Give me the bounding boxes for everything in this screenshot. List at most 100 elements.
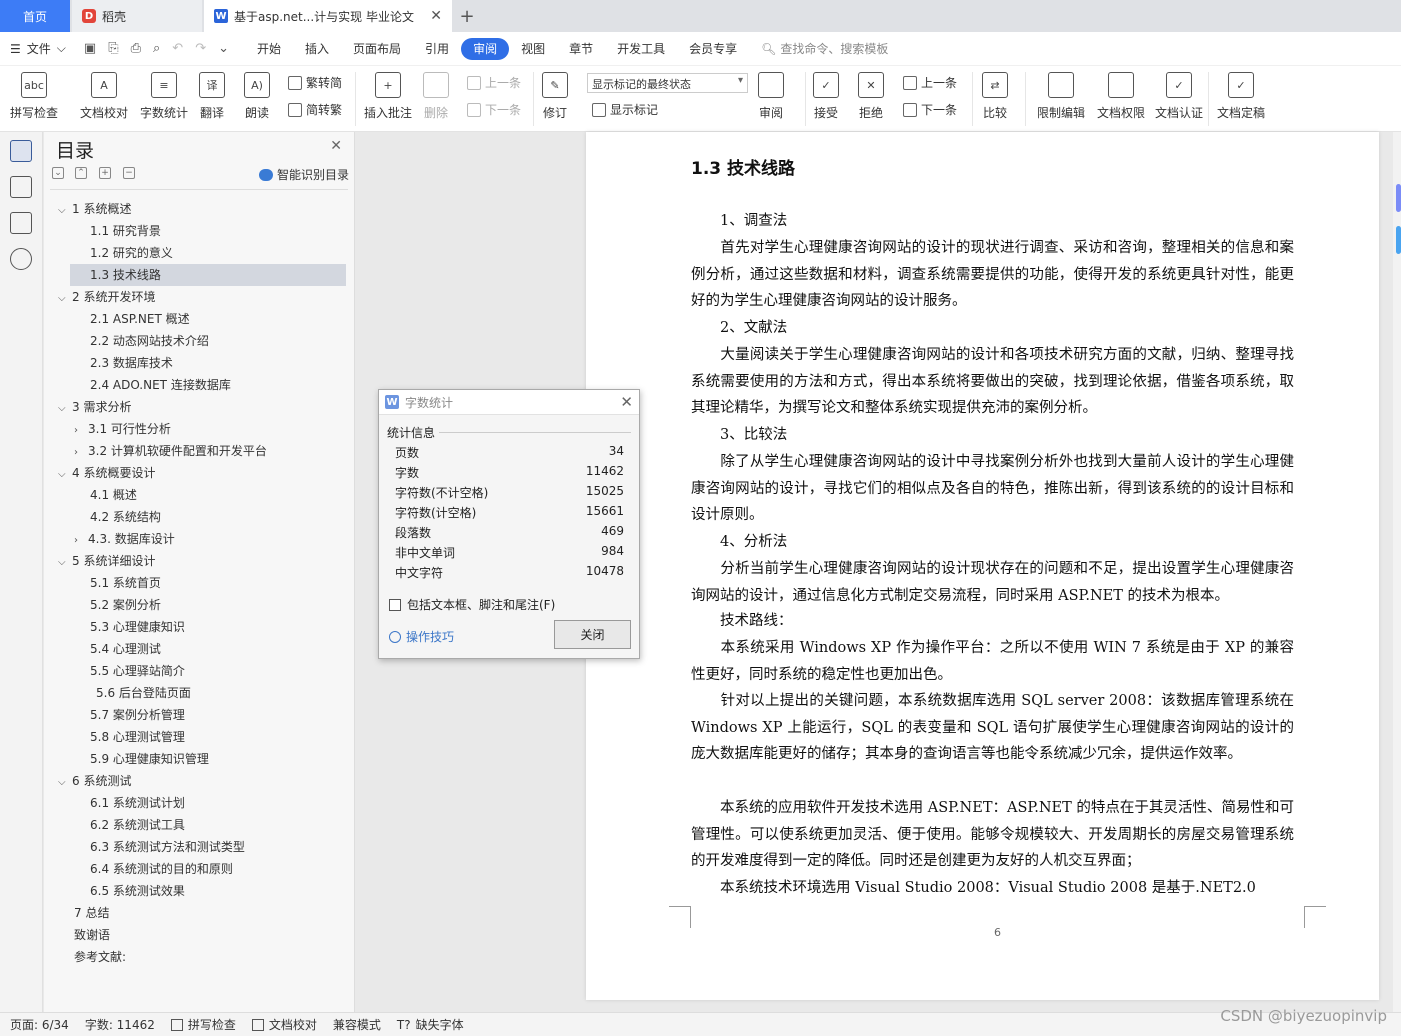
doc-proof-button[interactable]: A 文档校对 — [80, 72, 128, 121]
simp-to-trad-button[interactable]: 简转繁 — [288, 101, 342, 118]
toc-item[interactable]: 2.3 数据库技术 — [90, 352, 173, 374]
insert-comment-button[interactable]: + 插入批注 — [364, 72, 412, 121]
chevron-down-icon[interactable]: ⌵ — [58, 398, 72, 420]
review-pane-button[interactable]: 审阅 — [758, 72, 784, 121]
vertical-scrollbar[interactable] — [1393, 132, 1401, 1012]
file-menu[interactable]: ☰ 文件 ⌵ — [10, 40, 66, 57]
toc-item[interactable]: 4.2 系统结构 — [90, 506, 161, 528]
toc-item[interactable]: › 3.2 计算机软硬件配置和开发平台 — [74, 440, 267, 462]
tab-document[interactable]: W 基于asp.net...计与实现 毕业论文 ✕ — [204, 0, 452, 32]
close-icon[interactable]: ✕ — [330, 138, 342, 154]
side-marker[interactable] — [1396, 226, 1401, 254]
toc-item[interactable]: ⌵ 2 系统开发环境 — [58, 286, 155, 308]
menu-review[interactable]: 审阅 — [461, 37, 510, 60]
translate-button[interactable]: 译翻译 — [199, 72, 225, 121]
tips-link[interactable]: 操作技巧 — [389, 628, 454, 645]
markup-mode-select[interactable]: 显示标记的最终状态 — [587, 73, 748, 93]
next-change-button[interactable]: 下一条 — [903, 101, 957, 118]
toc-item[interactable]: 1.2 研究的意义 — [90, 242, 173, 264]
menu-insert[interactable]: 插入 — [293, 38, 341, 60]
toc-panel-icon[interactable] — [10, 140, 32, 162]
document-page[interactable]: 1.3 技术线路 1、调查法 首先对学生心理健康咨询网站的设计的现状进行调查、采… — [586, 132, 1379, 1000]
toc-item[interactable]: › 3.1 可行性分析 — [74, 418, 171, 440]
toc-item[interactable]: 6.5 系统测试效果 — [90, 880, 185, 902]
include-textbox-checkbox[interactable]: 包括文本框、脚注和尾注(F) — [389, 596, 555, 613]
doc-finalize-button[interactable]: ✓ 文档定稿 — [1217, 72, 1265, 121]
chevron-down-icon[interactable]: ⌵ — [58, 464, 72, 486]
toc-item[interactable]: 参考文献: — [74, 946, 126, 968]
chapter-nav-icon[interactable] — [10, 176, 32, 198]
menu-chapter[interactable]: 章节 — [557, 38, 605, 60]
chevron-right-icon[interactable]: › — [74, 530, 88, 552]
close-button[interactable]: 关闭 — [554, 620, 631, 649]
toc-item[interactable]: 6.4 系统测试的目的和原则 — [90, 858, 233, 880]
expand-icon[interactable]: ⌃ — [75, 167, 87, 179]
chevron-right-icon[interactable]: › — [74, 442, 88, 464]
bookmark-icon[interactable] — [10, 212, 32, 234]
remove-level-icon[interactable]: − — [123, 167, 135, 179]
delete-comment-button[interactable]: 删除 — [423, 72, 449, 121]
toc-item[interactable]: 5.8 心理测试管理 — [90, 726, 185, 748]
menu-page-layout[interactable]: 页面布局 — [341, 38, 413, 60]
toc-item[interactable]: 1.3 技术线路 — [70, 264, 346, 286]
toc-item[interactable]: 5.4 心理测试 — [90, 638, 161, 660]
next-comment-button[interactable]: 下一条 — [467, 101, 521, 118]
toc-item[interactable]: 5.5 心理驿站简介 — [90, 660, 185, 682]
trad-to-simp-button[interactable]: 繁转简 — [288, 74, 342, 91]
toc-item[interactable]: 5.3 心理健康知识 — [90, 616, 185, 638]
prev-change-button[interactable]: 上一条 — [903, 74, 957, 91]
dialog-titlebar[interactable]: W 字数统计 ✕ — [379, 390, 639, 415]
export-icon[interactable]: ⎘ — [108, 41, 118, 56]
doc-proof-status[interactable]: 文档校对 — [251, 1016, 317, 1033]
toc-item[interactable]: 1.1 研究背景 — [90, 220, 161, 242]
restrict-edit-button[interactable]: 限制编辑 — [1037, 72, 1085, 121]
menu-member[interactable]: 会员专享 — [677, 38, 749, 60]
read-aloud-button[interactable]: A) 朗读 — [244, 72, 270, 121]
chevron-down-icon[interactable]: ⌵ — [58, 552, 72, 574]
menu-view[interactable]: 视图 — [509, 38, 557, 60]
toc-item[interactable]: 5.1 系统首页 — [90, 572, 161, 594]
toc-item[interactable]: ⌵ 1 系统概述 — [58, 198, 131, 220]
toc-item[interactable]: ⌵ 3 需求分析 — [58, 396, 131, 418]
toc-item[interactable]: 致谢语 — [74, 924, 110, 946]
more-icon[interactable]: ⌄ — [218, 41, 229, 56]
toc-item[interactable]: 5.9 心理健康知识管理 — [90, 748, 209, 770]
toc-item[interactable]: 2.1 ASP.NET 概述 — [90, 308, 190, 330]
toc-item[interactable]: 2.2 动态网站技术介绍 — [90, 330, 209, 352]
menu-references[interactable]: 引用 — [413, 38, 461, 60]
compare-button[interactable]: ⇄ 比较 — [982, 72, 1008, 121]
track-changes-button[interactable]: ✎ 修订 — [542, 72, 568, 121]
page-indicator[interactable]: 页面: 6/34 — [10, 1016, 69, 1033]
reject-button[interactable]: ✕ 拒绝 — [858, 72, 884, 121]
word-count-button[interactable]: ≡ 字数统计 — [140, 72, 188, 121]
collapse-icon[interactable]: ⌄ — [52, 167, 64, 179]
accept-button[interactable]: ✓ 接受 — [813, 72, 839, 121]
chevron-down-icon[interactable]: ⌵ — [58, 288, 72, 310]
toc-item[interactable]: 6.1 系统测试计划 — [90, 792, 185, 814]
chevron-right-icon[interactable]: › — [74, 420, 88, 442]
tab-home[interactable]: 首页 — [0, 0, 70, 32]
menu-developer[interactable]: 开发工具 — [605, 38, 677, 60]
toc-item[interactable]: 5.7 案例分析管理 — [90, 704, 185, 726]
search-icon[interactable] — [10, 248, 32, 270]
toc-item[interactable]: 7 总结 — [74, 902, 109, 924]
menu-start[interactable]: 开始 — [245, 38, 293, 60]
print-preview-icon[interactable]: ⌕ — [153, 41, 160, 56]
toc-item[interactable]: › 4.3. 数据库设计 — [74, 528, 175, 550]
command-search[interactable]: 🔍︎ 查找命令、搜索模板 — [761, 40, 888, 57]
prev-comment-button[interactable]: 上一条 — [467, 74, 521, 91]
compat-mode-status[interactable]: 兼容模式 — [333, 1016, 381, 1033]
add-level-icon[interactable]: + — [99, 167, 111, 179]
toc-item[interactable]: 6.2 系统测试工具 — [90, 814, 185, 836]
print-icon[interactable]: ⎙ — [131, 41, 141, 56]
save-icon[interactable]: ▣ — [84, 41, 96, 56]
doc-permission-button[interactable]: 文档权限 — [1097, 72, 1145, 121]
side-marker[interactable] — [1396, 184, 1401, 212]
chevron-down-icon[interactable]: ⌵ — [58, 772, 72, 794]
close-icon[interactable]: ✕ — [430, 8, 442, 24]
toc-item[interactable]: 5.6 后台登陆页面 — [96, 682, 191, 704]
undo-icon[interactable]: ↶ — [172, 41, 183, 56]
spell-check-button[interactable]: abc 拼写检查 — [10, 72, 58, 121]
chevron-down-icon[interactable]: ⌵ — [58, 200, 72, 222]
toc-item[interactable]: ⌵ 6 系统测试 — [58, 770, 131, 792]
